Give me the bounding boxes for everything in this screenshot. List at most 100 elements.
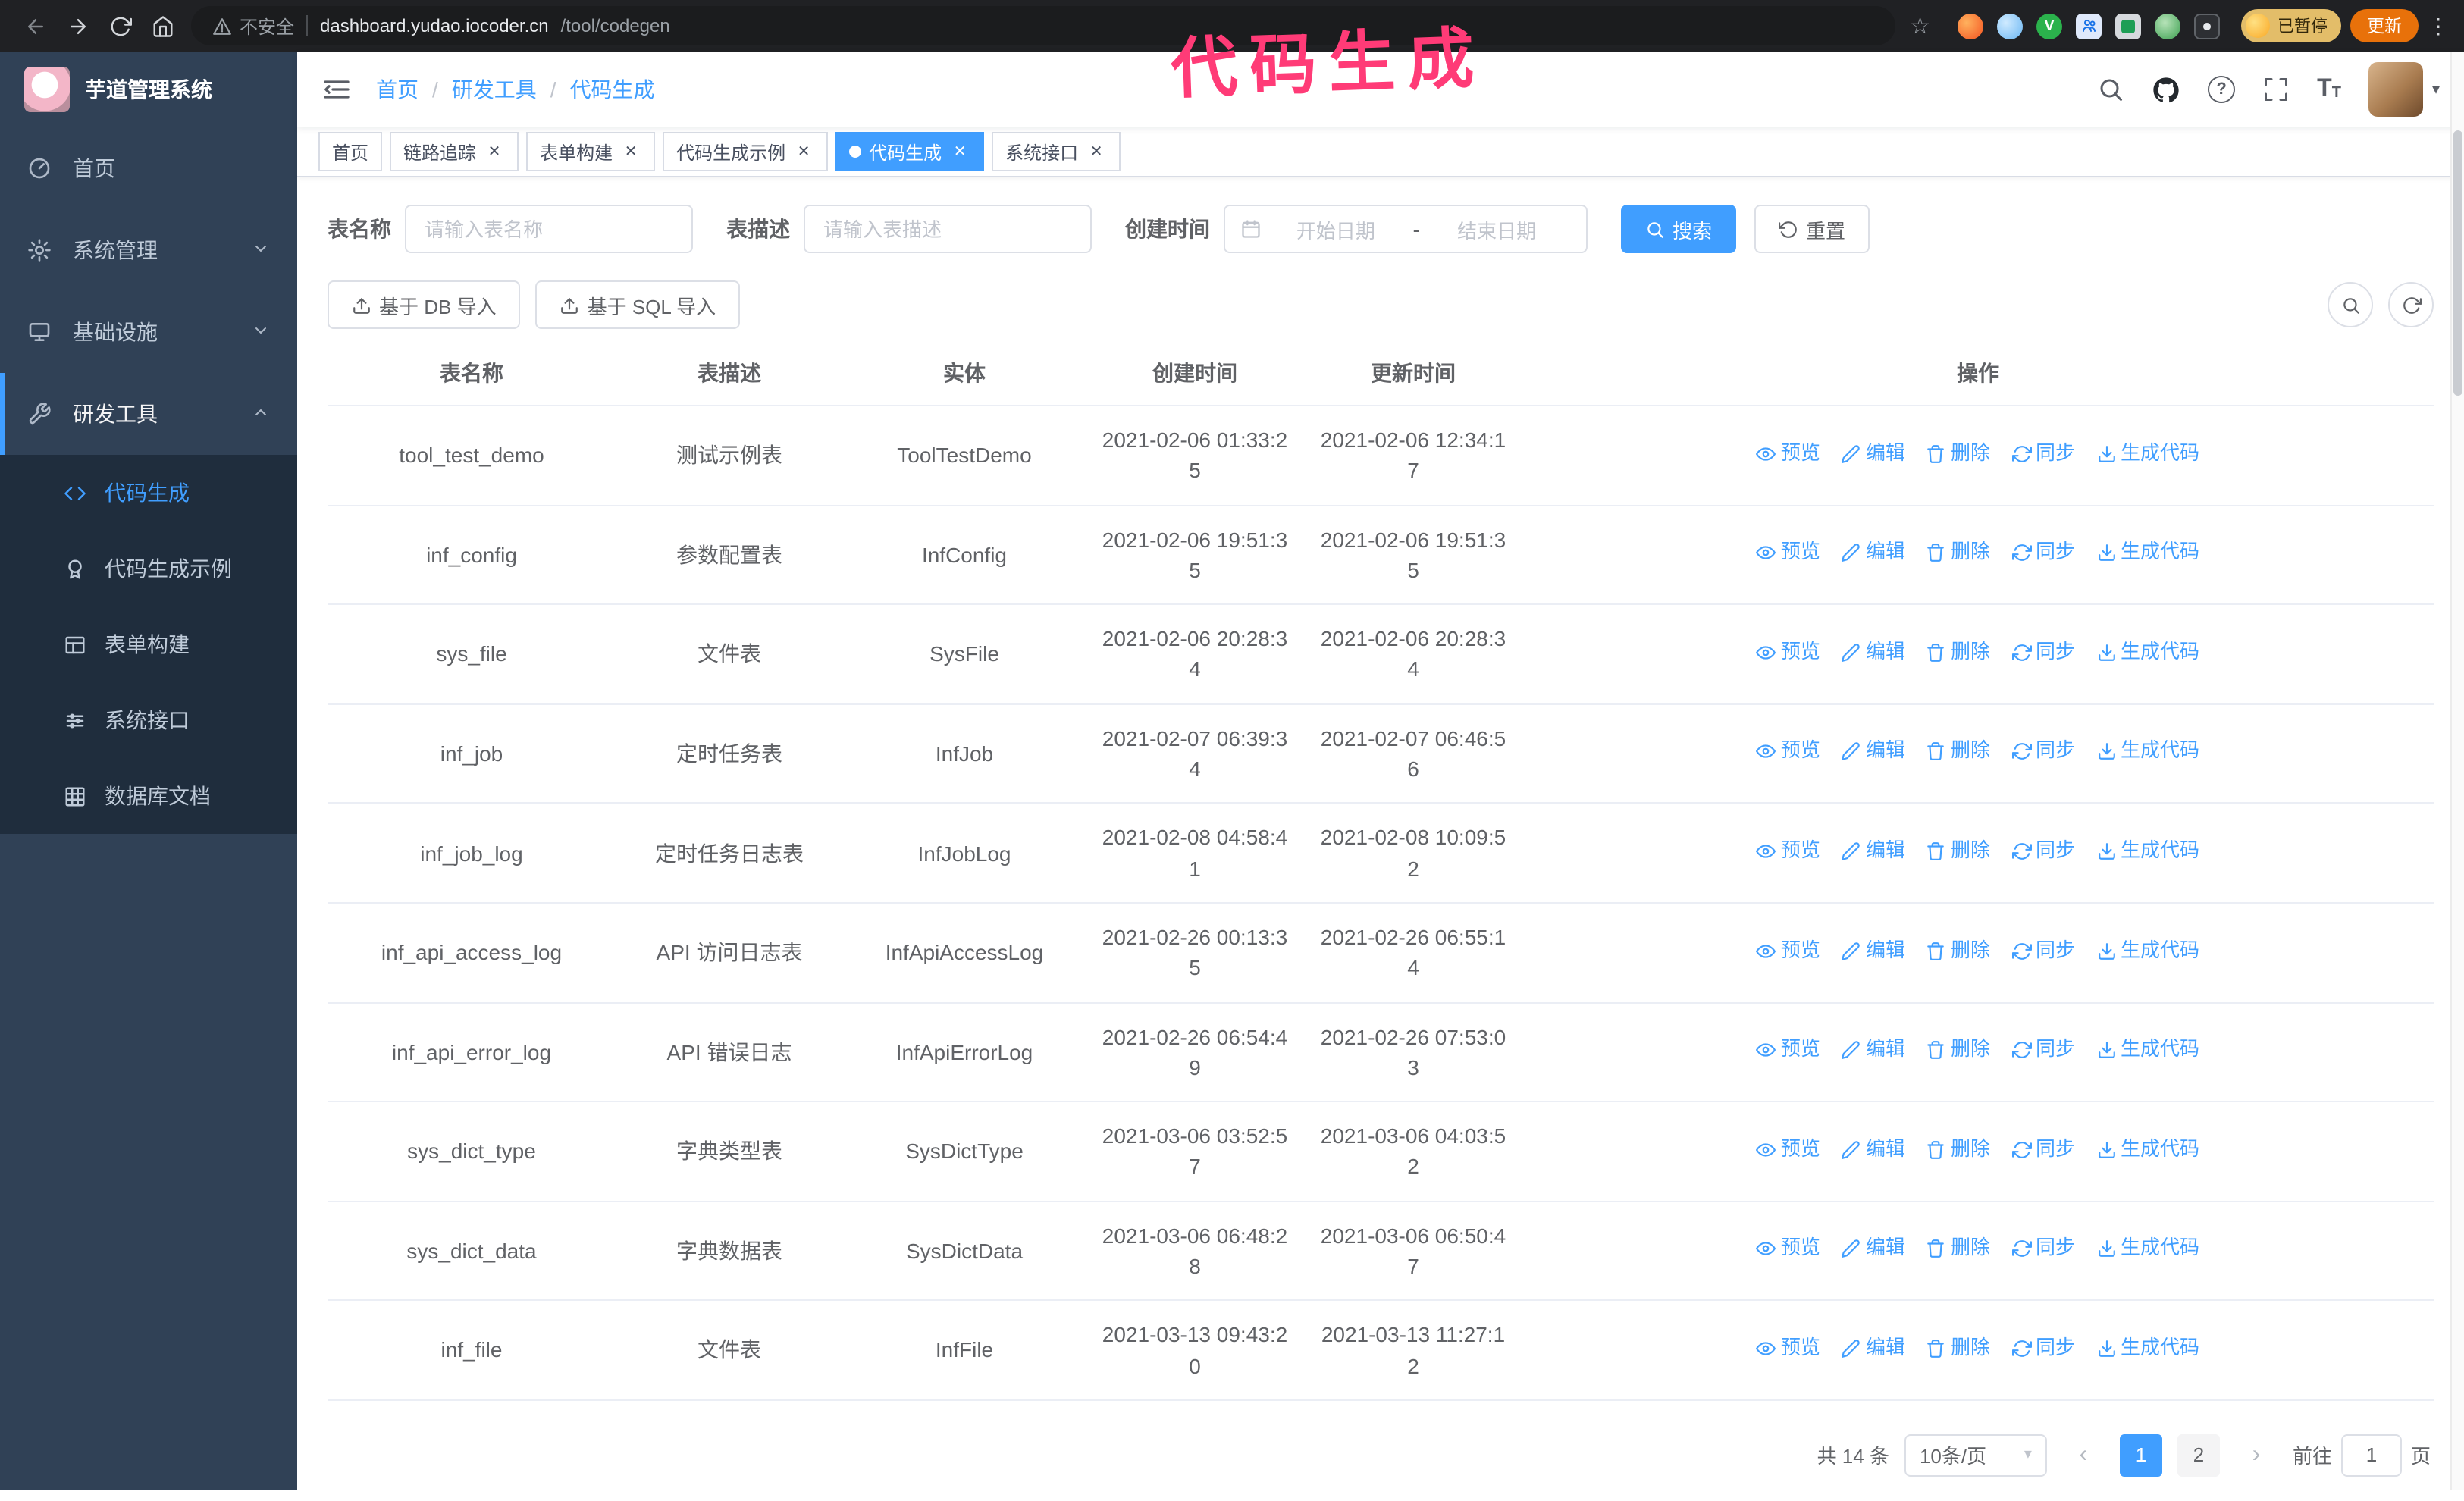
extension-icon[interactable] [2076, 13, 2102, 39]
action-preview-link[interactable]: 预览 [1756, 1136, 1820, 1164]
sidebar-item-db-doc[interactable]: 数据库文档 [0, 758, 297, 834]
action-preview-link[interactable]: 预览 [1756, 539, 1820, 568]
action-sync-link[interactable]: 同步 [2011, 1036, 2075, 1065]
tab-system-api[interactable]: 系统接口 ✕ [992, 132, 1121, 171]
sidebar-item-form-builder[interactable]: 表单构建 [0, 606, 297, 682]
address-bar[interactable]: 不安全 dashboard.yudao.iocoder.cn/tool/code… [191, 6, 1895, 45]
action-delete-link[interactable]: 删除 [1926, 1136, 1990, 1164]
prev-page-button[interactable]: ‹ [2062, 1434, 2105, 1477]
reset-button[interactable]: 重置 [1754, 205, 1870, 253]
fullscreen-icon[interactable] [2262, 76, 2290, 103]
sidebar-toggle-icon[interactable] [321, 74, 352, 105]
tab-codegen[interactable]: 代码生成 ✕ [835, 132, 985, 171]
tab-home[interactable]: 首页✕ [318, 132, 383, 171]
action-sync-link[interactable]: 同步 [2011, 936, 2075, 965]
github-icon[interactable] [2152, 75, 2180, 104]
action-preview-link[interactable]: 预览 [1756, 638, 1820, 667]
action-edit-link[interactable]: 编辑 [1842, 738, 1905, 766]
action-preview-link[interactable]: 预览 [1756, 1235, 1820, 1264]
action-generate-link[interactable]: 生成代码 [2096, 1036, 2199, 1065]
extension-icon[interactable] [2194, 13, 2220, 39]
action-delete-link[interactable]: 删除 [1926, 738, 1990, 766]
import-sql-button[interactable]: 基于 SQL 导入 [535, 280, 741, 329]
action-generate-link[interactable]: 生成代码 [2096, 1334, 2199, 1363]
help-icon[interactable]: ? [2208, 76, 2236, 103]
profile-paused-badge[interactable]: 已暂停 [2241, 9, 2341, 42]
sidebar-item-infra[interactable]: 基础设施 [0, 291, 297, 373]
action-preview-link[interactable]: 预览 [1756, 936, 1820, 965]
action-edit-link[interactable]: 编辑 [1842, 837, 1905, 866]
action-sync-link[interactable]: 同步 [2011, 837, 2075, 866]
action-delete-link[interactable]: 删除 [1926, 638, 1990, 667]
sidebar-item-devtools[interactable]: 研发工具 [0, 373, 297, 455]
action-generate-link[interactable]: 生成代码 [2096, 1235, 2199, 1264]
forward-icon[interactable] [58, 6, 97, 45]
tab-codegen-example[interactable]: 代码生成示例 ✕ [663, 132, 829, 171]
import-db-button[interactable]: 基于 DB 导入 [328, 280, 521, 329]
action-delete-link[interactable]: 删除 [1926, 439, 1990, 468]
breadcrumb-devtools[interactable]: 研发工具 [452, 74, 537, 105]
action-generate-link[interactable]: 生成代码 [2096, 638, 2199, 667]
action-preview-link[interactable]: 预览 [1756, 738, 1820, 766]
close-icon[interactable]: ✕ [793, 141, 814, 162]
chrome-update-button[interactable]: 更新 [2350, 9, 2419, 42]
action-preview-link[interactable]: 预览 [1756, 1334, 1820, 1363]
goto-page-input[interactable] [2340, 1434, 2402, 1477]
toggle-search-button[interactable] [2328, 282, 2373, 327]
action-preview-link[interactable]: 预览 [1756, 837, 1820, 866]
font-size-icon[interactable]: T [2317, 77, 2341, 102]
action-generate-link[interactable]: 生成代码 [2096, 1136, 2199, 1164]
table-desc-input[interactable] [804, 205, 1092, 253]
action-sync-link[interactable]: 同步 [2011, 539, 2075, 568]
action-generate-link[interactable]: 生成代码 [2096, 539, 2199, 568]
action-edit-link[interactable]: 编辑 [1842, 1136, 1905, 1164]
sidebar-item-system-api[interactable]: 系统接口 [0, 682, 297, 758]
action-sync-link[interactable]: 同步 [2011, 738, 2075, 766]
action-generate-link[interactable]: 生成代码 [2096, 837, 2199, 866]
extension-icon[interactable] [2155, 13, 2180, 39]
action-sync-link[interactable]: 同步 [2011, 1334, 2075, 1363]
user-menu[interactable]: ▾ [2368, 62, 2440, 117]
page-button-1[interactable]: 1 [2119, 1434, 2162, 1477]
date-range-picker[interactable]: 开始日期 - 结束日期 [1224, 205, 1588, 253]
home-icon[interactable] [143, 6, 182, 45]
action-delete-link[interactable]: 删除 [1926, 1334, 1990, 1363]
action-edit-link[interactable]: 编辑 [1842, 936, 1905, 965]
action-delete-link[interactable]: 删除 [1926, 1235, 1990, 1264]
action-edit-link[interactable]: 编辑 [1842, 439, 1905, 468]
action-delete-link[interactable]: 删除 [1926, 539, 1990, 568]
action-edit-link[interactable]: 编辑 [1842, 1036, 1905, 1065]
close-icon[interactable]: ✕ [1086, 141, 1107, 162]
action-delete-link[interactable]: 删除 [1926, 837, 1990, 866]
action-edit-link[interactable]: 编辑 [1842, 539, 1905, 568]
security-warning[interactable]: 不安全 [212, 13, 294, 39]
scrollbar-thumb[interactable] [2453, 130, 2462, 396]
table-name-input[interactable] [405, 205, 693, 253]
action-edit-link[interactable]: 编辑 [1842, 1235, 1905, 1264]
sidebar-item-codegen[interactable]: 代码生成 [0, 455, 297, 531]
close-icon[interactable]: ✕ [620, 141, 641, 162]
action-sync-link[interactable]: 同步 [2011, 1136, 2075, 1164]
tab-form-builder[interactable]: 表单构建 ✕ [526, 132, 656, 171]
page-size-select[interactable]: 10条/页 ▾ [1904, 1434, 2047, 1477]
close-icon[interactable]: ✕ [484, 141, 505, 162]
bookmark-star-icon[interactable]: ☆ [1904, 12, 1936, 39]
extension-icon[interactable] [1997, 13, 2023, 39]
header-search-icon[interactable] [2097, 76, 2124, 103]
action-generate-link[interactable]: 生成代码 [2096, 738, 2199, 766]
extension-icon[interactable]: V [2036, 13, 2062, 39]
next-page-button[interactable]: › [2235, 1434, 2277, 1477]
back-icon[interactable] [15, 6, 55, 45]
action-generate-link[interactable]: 生成代码 [2096, 936, 2199, 965]
search-button[interactable]: 搜索 [1621, 205, 1737, 253]
refresh-table-button[interactable] [2388, 282, 2434, 327]
breadcrumb-home[interactable]: 首页 [376, 74, 419, 105]
sidebar-item-home[interactable]: 首页 [0, 127, 297, 209]
browser-menu-icon[interactable]: ⋮ [2428, 13, 2449, 39]
action-generate-link[interactable]: 生成代码 [2096, 439, 2199, 468]
action-delete-link[interactable]: 删除 [1926, 1036, 1990, 1065]
tab-tracing[interactable]: 链路追踪 ✕ [390, 132, 519, 171]
reload-icon[interactable] [100, 6, 140, 45]
action-delete-link[interactable]: 删除 [1926, 936, 1990, 965]
action-sync-link[interactable]: 同步 [2011, 439, 2075, 468]
